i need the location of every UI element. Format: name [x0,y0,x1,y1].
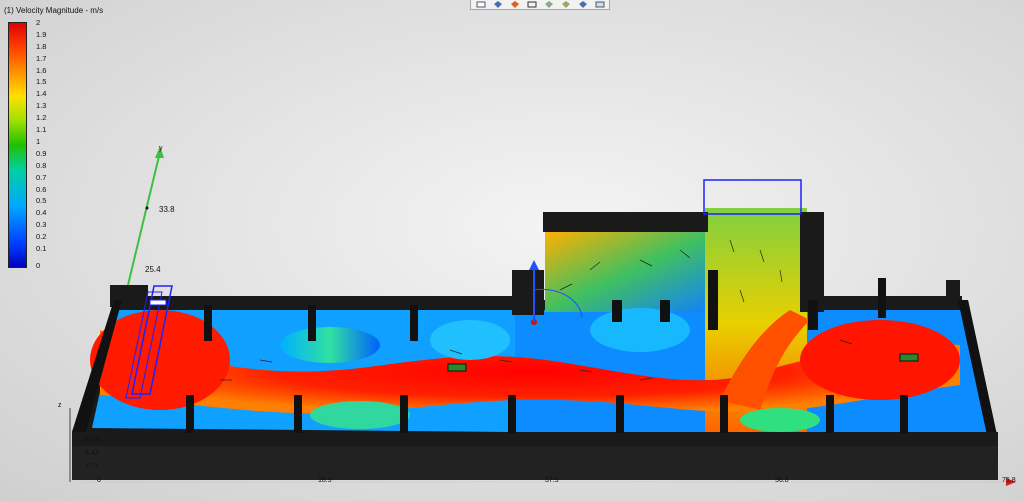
x-tick-label: 37.9 [545,477,559,484]
y-tick-label: 33.8 [159,205,175,214]
z-tick-label: 3.42 [85,450,99,457]
y-tick-label: 25.4 [145,265,161,274]
hot-zone-right [800,320,960,400]
cool-pocket-1 [280,327,380,363]
upper-room-field [545,232,713,312]
y-axis-label: y [159,145,163,152]
z-tick-label: 1.71 [85,463,99,470]
front-wall [72,432,998,446]
upper-room-wall-top [543,212,708,232]
z-axis-label: z [58,402,62,409]
cool-pocket-3 [590,308,690,352]
cool-pocket-5 [740,408,820,432]
equipment-item [899,353,919,362]
cool-pocket-2 [430,320,510,360]
z-tick-label: 5.13 [85,437,99,444]
x-tick-label: 0 [97,477,101,484]
local-z-arrow [529,260,539,270]
cfd-scene[interactable] [0,0,1024,501]
floor-front-face [72,446,998,480]
x-tick-label: 56.8 [775,477,789,484]
cool-pocket-4 [310,401,410,429]
3d-viewport[interactable]: (1) Velocity Magnitude - m/s 2 1.9 1.8 1.7 1… [0,0,1024,501]
equipment-item [149,299,167,306]
right-end-wall [946,280,960,310]
stair-tower [512,270,544,315]
equipment-item [447,363,467,372]
x-tick-label: 18.9 [318,477,332,484]
x-tick-label: 75.8 [1002,477,1016,484]
y-axis-tick [145,206,149,210]
